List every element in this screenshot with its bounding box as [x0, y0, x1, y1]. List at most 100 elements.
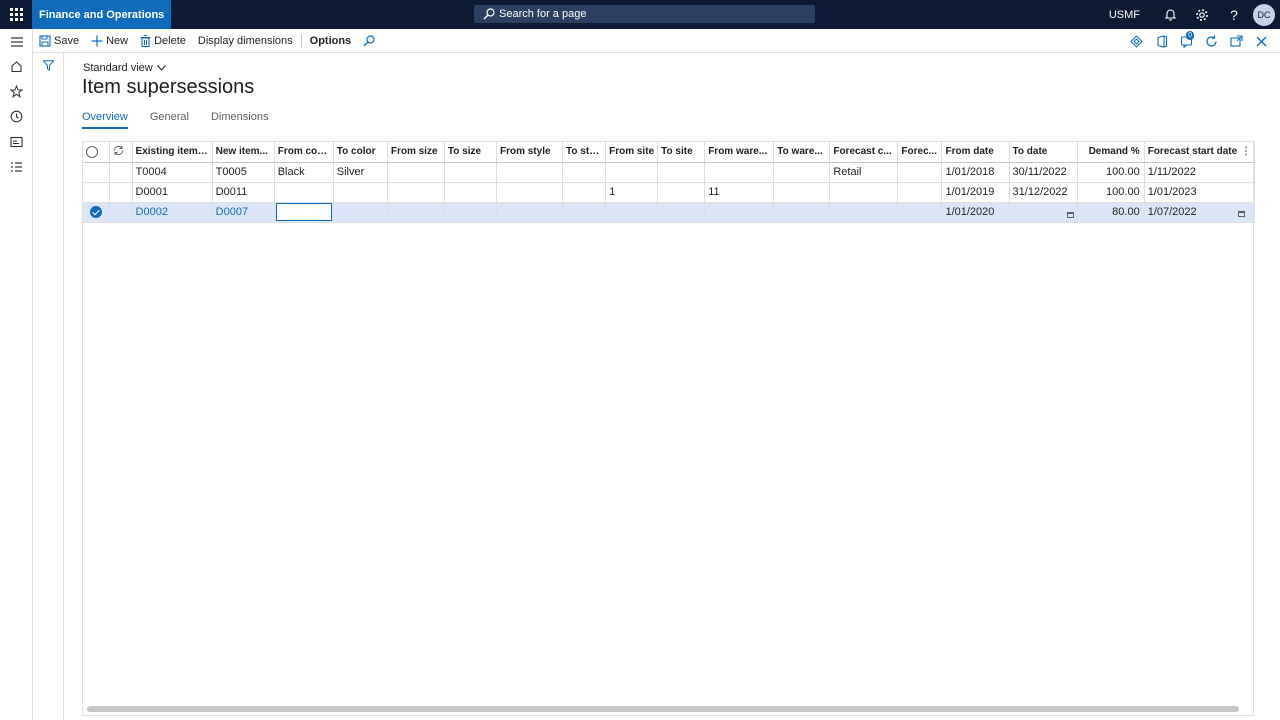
- table-cell[interactable]: 100.00: [1077, 162, 1145, 183]
- column-options-icon[interactable]: ⋮: [1241, 146, 1251, 157]
- table-cell[interactable]: [773, 202, 831, 223]
- table-cell[interactable]: 31/12/2022: [1009, 182, 1078, 203]
- column-header[interactable]: To size: [444, 142, 497, 163]
- help-icon[interactable]: ?: [1218, 0, 1250, 29]
- table-cell[interactable]: [496, 162, 564, 183]
- table-cell[interactable]: [897, 182, 943, 203]
- table-cell[interactable]: [496, 202, 564, 223]
- table-cell[interactable]: 30/11/2022: [1009, 162, 1078, 183]
- refresh-icon[interactable]: [1199, 29, 1224, 53]
- table-cell[interactable]: Silver: [333, 162, 388, 183]
- forecast-start-date-cell[interactable]: 1/07/2022: [1144, 202, 1256, 223]
- table-cell[interactable]: Black: [274, 162, 334, 183]
- table-cell[interactable]: 1/11/2022: [1144, 162, 1256, 183]
- row-selector[interactable]: [83, 162, 110, 183]
- company-selector[interactable]: USMF: [1109, 9, 1140, 21]
- column-header[interactable]: From site: [605, 142, 659, 163]
- settings-gear-icon[interactable]: [1186, 0, 1218, 29]
- modules-icon[interactable]: [0, 154, 33, 179]
- table-cell[interactable]: [605, 202, 659, 223]
- table-cell[interactable]: [605, 162, 659, 183]
- table-cell[interactable]: [274, 182, 334, 203]
- table-cell[interactable]: 1/01/2020: [941, 202, 1010, 223]
- table-cell[interactable]: [562, 202, 607, 223]
- display-dimensions-button[interactable]: Display dimensions: [192, 29, 299, 53]
- table-cell[interactable]: [657, 162, 706, 183]
- table-cell[interactable]: [829, 202, 899, 223]
- from-color-input[interactable]: [275, 203, 332, 221]
- table-cell[interactable]: D0002: [132, 202, 213, 223]
- close-icon[interactable]: [1249, 29, 1274, 53]
- horizontal-scrollbar[interactable]: [87, 706, 1239, 712]
- tab-dimensions[interactable]: Dimensions: [211, 111, 268, 129]
- table-cell[interactable]: [897, 162, 943, 183]
- table-cell[interactable]: [387, 202, 445, 223]
- action-search-icon[interactable]: [357, 29, 384, 53]
- table-cell[interactable]: 100.00: [1077, 182, 1145, 203]
- options-tab[interactable]: Options: [304, 29, 358, 53]
- table-cell[interactable]: T0005: [212, 162, 275, 183]
- column-header[interactable]: From color: [274, 142, 334, 163]
- home-icon[interactable]: [0, 54, 33, 79]
- table-cell[interactable]: [333, 202, 388, 223]
- table-cell[interactable]: 1/01/2023: [1144, 182, 1256, 203]
- column-header[interactable]: To color: [333, 142, 388, 163]
- column-header[interactable]: Forecast c...: [829, 142, 899, 163]
- delete-button[interactable]: Delete: [134, 29, 192, 53]
- view-selector[interactable]: Standard view: [83, 62, 166, 74]
- table-cell[interactable]: 1: [605, 182, 659, 203]
- column-header[interactable]: From size: [387, 142, 445, 163]
- table-cell[interactable]: [333, 182, 388, 203]
- message-center-icon[interactable]: 0: [1174, 29, 1199, 53]
- column-header[interactable]: Demand %: [1077, 142, 1145, 163]
- table-cell[interactable]: D0001: [132, 182, 213, 203]
- refresh-column-icon[interactable]: [109, 142, 133, 163]
- column-header[interactable]: Existing item ...: [132, 142, 213, 163]
- tab-overview[interactable]: Overview: [82, 111, 128, 129]
- table-cell[interactable]: [444, 202, 497, 223]
- save-button[interactable]: Save: [33, 29, 85, 53]
- row-selected-checkbox[interactable]: [83, 202, 110, 223]
- table-row-selected[interactable]: D0002 D0007 1/01/2020 80.00 1/07/2022: [83, 202, 1256, 223]
- column-header[interactable]: To style: [562, 142, 607, 163]
- table-cell[interactable]: [704, 162, 775, 183]
- filter-icon[interactable]: [33, 53, 64, 77]
- table-row[interactable]: D0001 D0011 1 11 1/01/2019 31/12/2022 10…: [83, 182, 1256, 203]
- table-cell[interactable]: [773, 162, 831, 183]
- avatar[interactable]: DC: [1253, 3, 1275, 26]
- table-cell[interactable]: [387, 182, 445, 203]
- power-apps-icon[interactable]: [1124, 29, 1149, 53]
- calendar-icon[interactable]: [1238, 211, 1245, 217]
- column-header[interactable]: New item...: [212, 142, 275, 163]
- workspaces-icon[interactable]: [0, 129, 33, 154]
- open-new-window-icon[interactable]: [1224, 29, 1249, 53]
- calendar-icon[interactable]: [1066, 211, 1074, 218]
- column-header-forecast-start-date[interactable]: Forecast start date ⋮: [1144, 142, 1256, 163]
- table-cell[interactable]: T0004: [132, 162, 213, 183]
- table-row[interactable]: T0004 T0005 Black Silver Retail 1/01/201…: [83, 162, 1256, 183]
- from-color-edit-cell[interactable]: [274, 202, 334, 223]
- table-cell[interactable]: [829, 182, 899, 203]
- column-header[interactable]: To date: [1009, 142, 1078, 163]
- table-cell[interactable]: Retail: [829, 162, 899, 183]
- column-header[interactable]: To ware...: [773, 142, 831, 163]
- table-cell[interactable]: 1/01/2018: [941, 162, 1010, 183]
- table-cell[interactable]: [444, 162, 497, 183]
- row-selector[interactable]: [83, 182, 110, 203]
- column-header[interactable]: To site: [657, 142, 706, 163]
- select-all-checkbox[interactable]: [83, 142, 110, 163]
- table-cell[interactable]: [773, 182, 831, 203]
- table-cell[interactable]: [444, 182, 497, 203]
- office-icon[interactable]: [1149, 29, 1174, 53]
- table-cell[interactable]: [704, 202, 775, 223]
- table-cell[interactable]: [562, 182, 607, 203]
- column-header[interactable]: From style: [496, 142, 564, 163]
- new-button[interactable]: New: [85, 29, 134, 53]
- table-cell[interactable]: [387, 162, 445, 183]
- table-cell[interactable]: 11: [704, 182, 775, 203]
- table-cell[interactable]: [562, 162, 607, 183]
- column-header[interactable]: Forec...: [897, 142, 943, 163]
- column-header[interactable]: From date: [941, 142, 1010, 163]
- tab-general[interactable]: General: [150, 111, 189, 129]
- table-cell[interactable]: D0007: [212, 202, 275, 223]
